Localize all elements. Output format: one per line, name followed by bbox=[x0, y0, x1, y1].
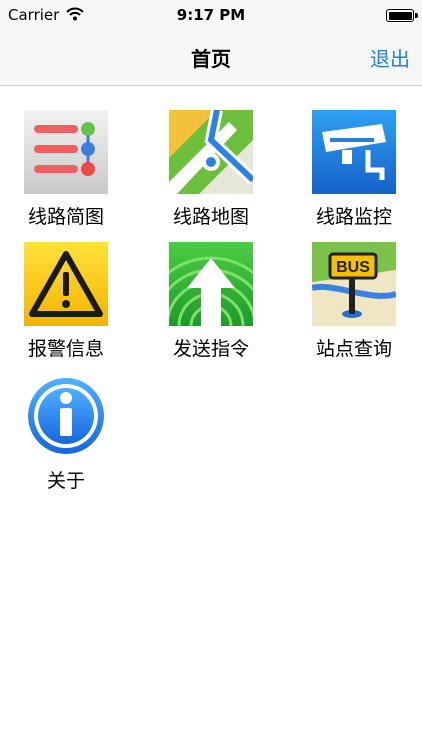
tile-route-diagram[interactable]: 线路简图 bbox=[6, 110, 126, 229]
tile-route-monitoring[interactable]: 线路监控 bbox=[294, 110, 414, 229]
tile-label: 线路监控 bbox=[315, 206, 392, 228]
tile-label: 关于 bbox=[46, 470, 85, 492]
tile-about[interactable]: 关于 bbox=[6, 374, 126, 493]
route-diagram-icon bbox=[24, 110, 108, 194]
warning-icon bbox=[24, 242, 108, 326]
send-arrow-icon bbox=[169, 242, 253, 326]
tile-label: 站点查询 bbox=[315, 338, 392, 360]
tile-label: 线路地图 bbox=[172, 206, 249, 228]
navigation-bar: 首页 退出 bbox=[0, 30, 422, 86]
route-map-icon bbox=[169, 110, 253, 194]
status-bar: Carrier 9:17 PM bbox=[0, 0, 422, 30]
tile-alarm-info[interactable]: 报警信息 bbox=[6, 242, 126, 361]
logout-button[interactable]: 退出 bbox=[370, 43, 410, 72]
page-title: 首页 bbox=[191, 47, 231, 71]
info-icon bbox=[24, 374, 108, 458]
tile-station-query[interactable]: BUS 站点查询 bbox=[294, 242, 414, 361]
tile-label: 线路简图 bbox=[27, 206, 104, 228]
surveillance-camera-icon bbox=[312, 110, 396, 194]
bus-sign-text: BUS bbox=[336, 259, 370, 276]
tile-send-command[interactable]: 发送指令 bbox=[151, 242, 271, 361]
tile-route-map[interactable]: 线路地图 bbox=[151, 110, 271, 229]
tile-label: 报警信息 bbox=[27, 338, 104, 360]
bus-stop-icon: BUS bbox=[312, 242, 396, 326]
tile-label: 发送指令 bbox=[172, 338, 249, 360]
clock: 9:17 PM bbox=[176, 6, 246, 24]
battery-icon bbox=[386, 9, 418, 22]
